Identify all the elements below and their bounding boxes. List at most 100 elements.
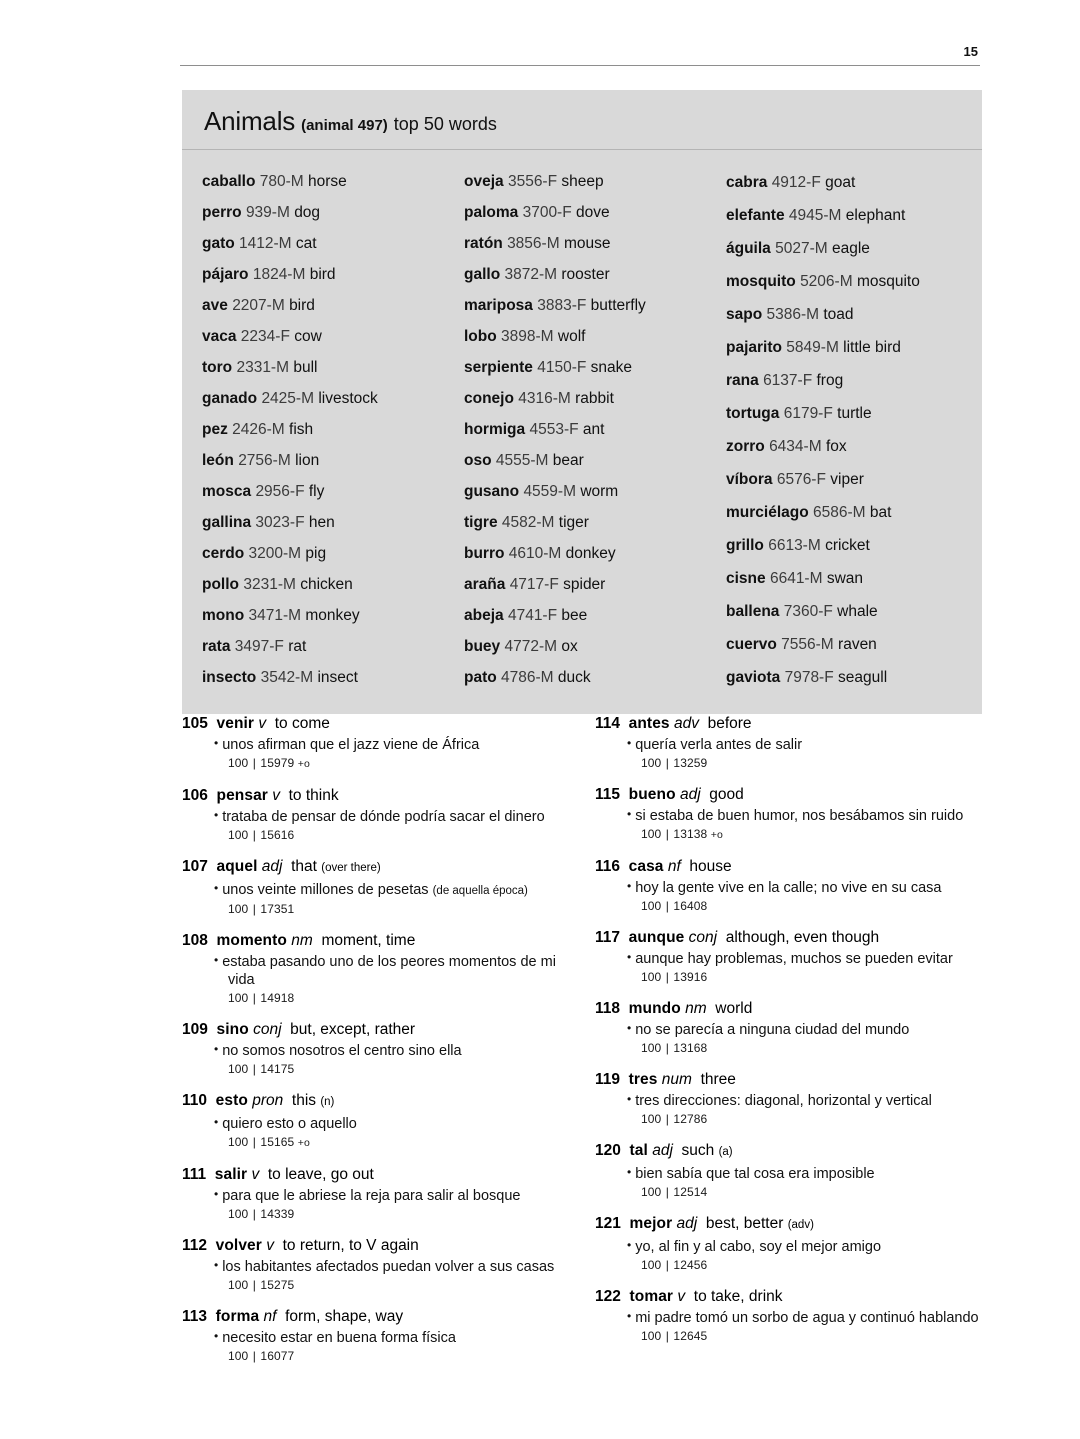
entry-example: • estaba pasando uno de los peores moment… bbox=[182, 951, 569, 989]
vocab-gloss: dog bbox=[294, 204, 321, 221]
vocab-entry: mosca 2956-F fly bbox=[202, 476, 464, 507]
entry-headword: casa bbox=[628, 858, 664, 875]
vocab-gloss: horse bbox=[307, 173, 347, 190]
entry-example: • para que le abriese la reja para salir … bbox=[182, 1185, 569, 1205]
vocab-word: cuervo bbox=[726, 636, 777, 653]
entry-statistics: 100 | 12514 bbox=[595, 1184, 982, 1200]
entry-frequency-value: 14175 bbox=[260, 1062, 295, 1076]
vocab-entry: rata 3497-F rat bbox=[202, 631, 464, 662]
vocab-word: abeja bbox=[464, 607, 504, 624]
vocab-word: cerdo bbox=[202, 545, 245, 562]
vocab-rank-gender: 3700-F bbox=[522, 204, 572, 221]
vocab-word: burro bbox=[464, 545, 505, 562]
entry-example: • los habitantes afectados puedan volver … bbox=[182, 1256, 569, 1276]
entry-example-text: unos veinte millones de pesetas bbox=[222, 882, 429, 898]
entry-example: • si estaba de buen humor, nos besábamos … bbox=[595, 805, 982, 825]
vocab-gloss: raven bbox=[838, 636, 877, 653]
entry-rank: 106 bbox=[182, 787, 208, 804]
entry-rank: 115 bbox=[595, 786, 621, 803]
entry-part-of-speech: v bbox=[266, 1237, 274, 1254]
entry-statistics: 100 | 15275 bbox=[182, 1277, 569, 1293]
bullet-icon: • bbox=[627, 950, 632, 964]
vocab-entry: zorro 6434-M fox bbox=[726, 430, 962, 463]
entry-headword: mejor bbox=[629, 1215, 673, 1232]
entry-example-text: no somos nosotros el centro sino ella bbox=[222, 1043, 462, 1059]
vocab-word: perro bbox=[202, 204, 242, 221]
entry-frequency-value: 15979 bbox=[260, 756, 295, 770]
vocab-gloss: dove bbox=[576, 204, 610, 221]
vocab-gloss: monkey bbox=[305, 607, 360, 624]
vocab-entry: pajarito 5849-M little bird bbox=[726, 331, 962, 364]
entry-headword-line: 109 sino conj but, except, rather bbox=[182, 1020, 569, 1039]
entry-rank: 119 bbox=[595, 1071, 621, 1088]
entry-range-value: 100 bbox=[641, 1329, 662, 1343]
entry-example-text: para que le abriese la reja para salir a… bbox=[222, 1188, 521, 1204]
vocab-entry: gallina 3023-F hen bbox=[202, 507, 464, 538]
entry-rank: 105 bbox=[182, 715, 208, 732]
entry-part-of-speech: conj bbox=[253, 1021, 282, 1038]
bullet-icon: • bbox=[627, 807, 632, 821]
entry-example-text: yo, al fin y al cabo, soy el mejor amigo bbox=[635, 1239, 882, 1255]
entry-headword-line: 113 forma nf form, shape, way bbox=[182, 1307, 569, 1326]
entry-rank: 120 bbox=[595, 1142, 621, 1159]
entry-headword: sino bbox=[216, 1021, 249, 1038]
vocab-word: ratón bbox=[464, 235, 503, 252]
vocab-entry: cuervo 7556-M raven bbox=[726, 628, 962, 661]
entry-example-text: si estaba de buen humor, nos besábamos s… bbox=[635, 808, 964, 824]
entry-headword-line: 114 antes adv before bbox=[595, 714, 982, 733]
vocab-entry: ratón 3856-M mouse bbox=[464, 228, 726, 259]
vocab-word: pájaro bbox=[202, 266, 249, 283]
entry-part-of-speech: v bbox=[258, 715, 267, 732]
vocab-gloss: bird bbox=[289, 297, 315, 314]
vocab-rank-gender: 3023-F bbox=[255, 514, 305, 531]
entry-headword-line: 105 venir v to come bbox=[182, 714, 569, 733]
bullet-icon: • bbox=[627, 1092, 632, 1106]
entry-stats-flag: +o bbox=[297, 1137, 310, 1149]
entry-headword: tres bbox=[628, 1071, 658, 1088]
entry-statistics: 100 | 17351 bbox=[182, 901, 569, 917]
entry-example: • tres direcciones: diagonal, horizontal … bbox=[595, 1090, 982, 1110]
entry-statistics: 100 | 12456 bbox=[595, 1257, 982, 1273]
vocab-word: buey bbox=[464, 638, 501, 655]
entry-part-of-speech: adj bbox=[261, 858, 283, 875]
vocab-gloss: wolf bbox=[557, 328, 586, 345]
entry-gloss: good bbox=[709, 786, 744, 803]
entry-stats-flag: +o bbox=[297, 758, 310, 770]
vocab-gloss: hen bbox=[308, 514, 335, 531]
dictionary-entry: 109 sino conj but, except, rather • no som… bbox=[182, 1020, 569, 1077]
bullet-icon: • bbox=[627, 879, 632, 893]
entry-stats-separator: | bbox=[665, 1329, 669, 1343]
vocab-gloss: mouse bbox=[563, 235, 611, 252]
entry-part-of-speech: nf bbox=[667, 858, 681, 875]
vocab-word: gallina bbox=[202, 514, 252, 531]
entry-example-text: bien sabía que tal cosa era imposible bbox=[635, 1166, 875, 1182]
entry-gloss: this bbox=[291, 1092, 317, 1109]
vocab-word: grillo bbox=[726, 537, 764, 554]
entry-range-value: 100 bbox=[641, 827, 662, 841]
vocab-entry: grillo 6613-M cricket bbox=[726, 529, 962, 562]
bullet-icon: • bbox=[627, 1021, 632, 1035]
vocab-entry: gusano 4559-M worm bbox=[464, 476, 726, 507]
entry-statistics: 100 | 12645 bbox=[595, 1328, 982, 1344]
entry-stats-separator: | bbox=[252, 828, 256, 842]
vocab-word: vaca bbox=[202, 328, 237, 345]
entry-part-of-speech: nf bbox=[263, 1308, 277, 1325]
vocab-entry: serpiente 4150-F snake bbox=[464, 352, 726, 383]
vocab-entry: abeja 4741-F bee bbox=[464, 600, 726, 631]
entry-headword: salir bbox=[214, 1166, 248, 1183]
entry-example: • quiero esto o aquello bbox=[182, 1113, 569, 1133]
entry-example: • quería verla antes de salir bbox=[595, 734, 982, 754]
vocab-rank-gender: 939-M bbox=[245, 204, 290, 221]
vocab-gloss: bull bbox=[293, 359, 318, 376]
vocab-rank-gender: 6137-F bbox=[763, 372, 813, 389]
vocab-gloss: insect bbox=[317, 669, 358, 686]
vocab-word: cisne bbox=[726, 570, 766, 587]
vocab-gloss: little bird bbox=[843, 339, 901, 356]
entry-headword: momento bbox=[216, 932, 287, 949]
vocab-entry: pollo 3231-M chicken bbox=[202, 569, 464, 600]
entry-gloss: best, better bbox=[705, 1215, 784, 1232]
vocab-word: oso bbox=[464, 452, 492, 469]
entry-frequency-value: 12514 bbox=[673, 1185, 708, 1199]
entry-frequency-value: 15275 bbox=[260, 1278, 295, 1292]
vocab-word: tortuga bbox=[726, 405, 780, 422]
